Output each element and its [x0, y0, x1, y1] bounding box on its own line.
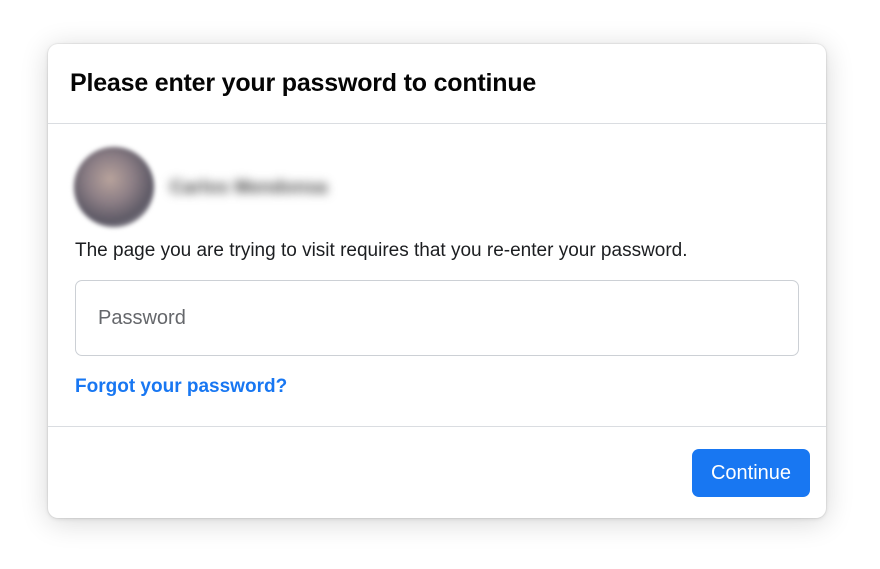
dialog-title: Please enter your password to continue [70, 69, 537, 97]
profile-name: Carlos Mendonsa [170, 176, 328, 197]
page-background: Please enter your password to continue C… [0, 0, 880, 569]
dialog-header: Please enter your password to continue [48, 44, 826, 124]
profile-row: Carlos Mendonsa [74, 147, 328, 227]
password-input[interactable] [75, 280, 799, 356]
password-dialog: Please enter your password to continue C… [48, 44, 826, 518]
continue-button[interactable]: Continue [692, 449, 810, 497]
dialog-body: Carlos Mendonsa The page you are trying … [48, 124, 826, 427]
dialog-footer: Continue [48, 427, 826, 518]
forgot-password-link[interactable]: Forgot your password? [75, 376, 287, 398]
reauth-message: The page you are trying to visit require… [75, 240, 688, 261]
avatar [74, 147, 154, 227]
